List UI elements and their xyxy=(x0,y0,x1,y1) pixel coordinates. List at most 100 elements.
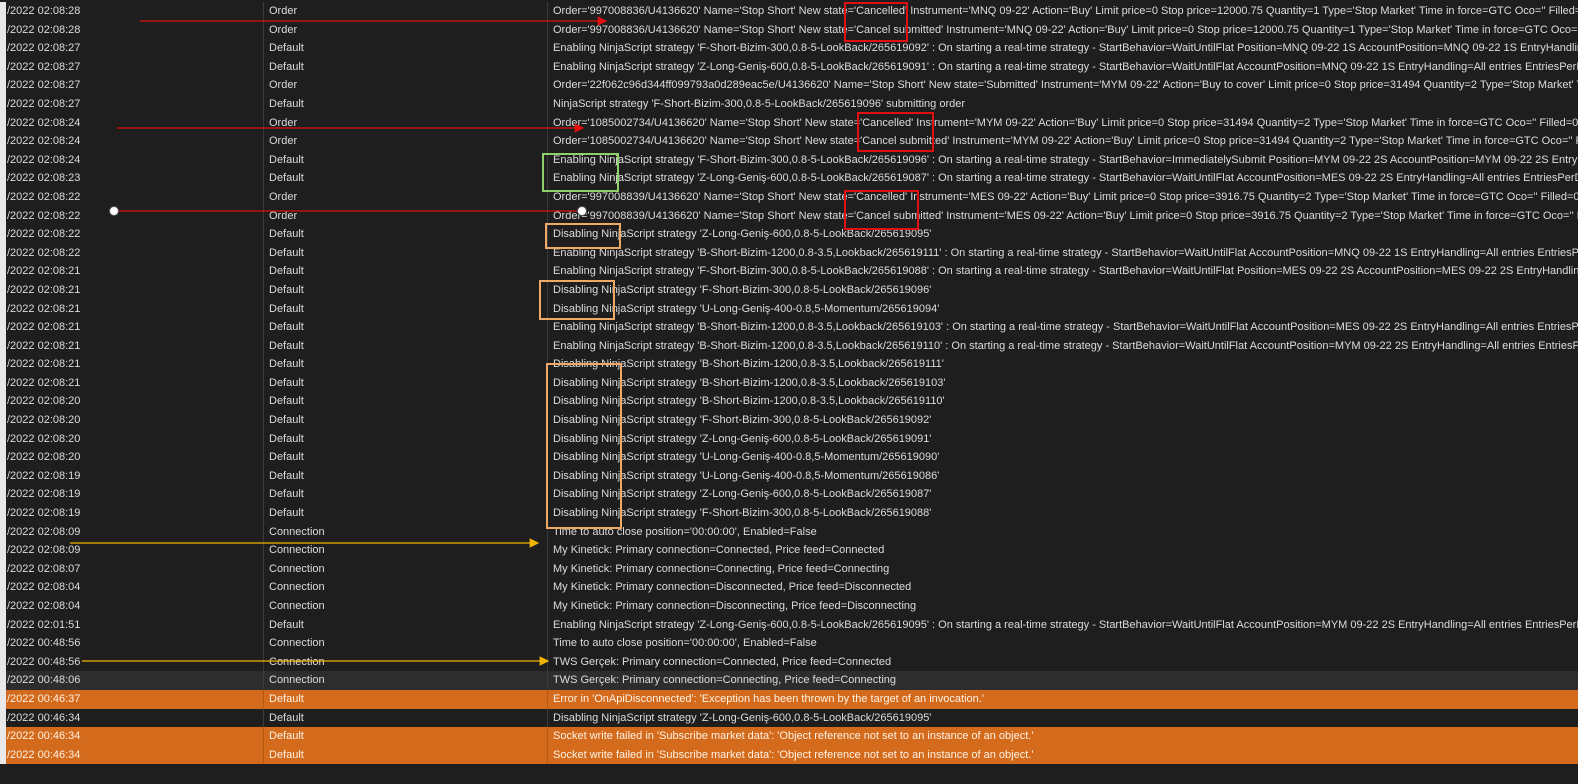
log-category: Default xyxy=(269,507,304,520)
log-message: Disabling NinjaScript strategy 'B-Short-… xyxy=(553,376,946,389)
log-message: Disabling NinjaScript strategy 'B-Short-… xyxy=(553,395,945,408)
log-message: Order='22f062c96d344ff099793a0d289eac5e/… xyxy=(553,79,1578,92)
log-row[interactable]: /2022 00:48:56 Connection Time to auto clo… xyxy=(6,634,1578,653)
log-message: Enabling NinjaScript strategy 'F-Short-B… xyxy=(553,153,1578,166)
log-row[interactable]: /2022 00:46:34 Default Socket write failed… xyxy=(6,727,1578,746)
log-message: Enabling NinjaScript strategy 'Z-Long-Ge… xyxy=(553,60,1578,73)
log-time: /2022 02:08:27 xyxy=(7,42,81,55)
log-row[interactable]: /2022 02:08:04 Connection My Kinetick: Pri… xyxy=(6,578,1578,597)
column-divider xyxy=(263,225,264,244)
log-row[interactable]: /2022 02:08:21 Default Disabling NinjaScri… xyxy=(6,280,1578,300)
log-row[interactable]: /2022 02:08:24 Order Order='1085002734/U41… xyxy=(6,132,1578,151)
log-time: /2022 02:08:27 xyxy=(7,97,81,110)
log-category: Default xyxy=(269,97,304,110)
log-time: /2022 02:08:24 xyxy=(7,135,81,148)
column-divider xyxy=(263,76,264,95)
log-row[interactable]: /2022 00:46:34 Default Socket write failed… xyxy=(6,745,1578,765)
column-divider xyxy=(263,727,264,746)
log-category: Connection xyxy=(269,525,325,538)
log-row[interactable]: /2022 02:08:21 Default Disabling NinjaScri… xyxy=(6,355,1578,374)
log-time: /2022 02:08:21 xyxy=(7,283,81,296)
column-divider xyxy=(263,262,264,281)
log-category: Default xyxy=(269,692,304,705)
column-divider xyxy=(263,132,264,151)
column-divider xyxy=(263,708,264,728)
log-row[interactable]: /2022 02:08:20 Default Disabling NinjaScri… xyxy=(6,411,1578,430)
log-time: /2022 02:08:21 xyxy=(7,302,81,315)
log-message: Disabling NinjaScript strategy 'U-Long-G… xyxy=(553,469,940,482)
log-time: /2022 02:08:21 xyxy=(7,321,81,334)
log-category: Connection xyxy=(269,544,325,557)
log-time: /2022 02:08:04 xyxy=(7,600,81,612)
column-divider xyxy=(263,206,264,226)
column-divider xyxy=(263,355,264,374)
log-row[interactable]: /2022 02:08:09 Connection Time to auto clo… xyxy=(6,522,1578,542)
log-time: /2022 02:08:27 xyxy=(7,60,81,73)
log-message: My Kinetick: Primary connection=Disconne… xyxy=(553,581,912,594)
log-row[interactable]: /2022 02:08:28 Order Order='997008836/U413… xyxy=(6,2,1578,21)
log-time: /2022 00:48:56 xyxy=(7,637,81,650)
log-row[interactable]: /2022 02:08:22 Order Order='997008839/U413… xyxy=(6,187,1578,207)
log-message: Order='1085002734/U4136620' Name='Stop S… xyxy=(553,135,1578,148)
log-time: /2022 02:08:24 xyxy=(7,153,81,166)
log-row[interactable]: /2022 02:08:19 Default Disabling NinjaScri… xyxy=(6,485,1578,505)
log-row[interactable]: /2022 02:08:27 Order Order='22f062c96d344f… xyxy=(6,76,1578,95)
log-row[interactable]: /2022 02:01:51 Default Enabling NinjaScrip… xyxy=(6,615,1578,635)
log-row[interactable]: /2022 02:08:07 Connection My Kinetick: Pri… xyxy=(6,559,1578,579)
log-message: Disabling NinjaScript strategy 'F-Short-… xyxy=(553,283,932,296)
column-divider xyxy=(263,113,264,133)
log-row[interactable]: /2022 02:08:21 Default Enabling NinjaScrip… xyxy=(6,318,1578,337)
log-category: Default xyxy=(269,339,304,352)
log-time: /2022 02:08:19 xyxy=(7,507,81,520)
log-time: /2022 00:48:56 xyxy=(7,655,81,668)
log-row[interactable]: /2022 02:08:27 Default NinjaScript strateg… xyxy=(6,94,1578,114)
log-time: /2022 02:08:21 xyxy=(7,339,81,352)
column-divider xyxy=(263,392,264,412)
log-message: My Kinetick: Primary connection=Connecte… xyxy=(553,544,885,557)
log-time: /2022 02:08:20 xyxy=(7,432,81,445)
log-row[interactable]: /2022 02:08:19 Default Disabling NinjaScri… xyxy=(6,504,1578,523)
log-category: Order xyxy=(269,209,298,222)
log-row[interactable]: /2022 02:08:04 Connection My Kinetick: Pri… xyxy=(6,597,1578,616)
log-category: Default xyxy=(269,451,304,464)
log-time: /2022 00:48:06 xyxy=(7,674,81,687)
log-row[interactable]: /2022 02:08:28 Order Order='997008836/U413… xyxy=(6,20,1578,40)
log-category: Order xyxy=(269,23,298,36)
log-row[interactable]: /2022 02:08:24 Default Enabling NinjaScrip… xyxy=(6,150,1578,170)
log-row[interactable]: /2022 02:08:21 Default Enabling NinjaScrip… xyxy=(6,262,1578,281)
column-divider xyxy=(263,745,264,765)
log-row[interactable]: /2022 02:08:21 Default Disabling NinjaScri… xyxy=(6,299,1578,319)
log-row[interactable]: /2022 00:48:56 Connection TWS Gerçek: Prim… xyxy=(6,652,1578,672)
log-message: My Kinetick: Primary connection=Disconne… xyxy=(553,600,917,612)
log-row[interactable]: /2022 02:08:22 Default Enabling NinjaScrip… xyxy=(6,243,1578,263)
log-message: Disabling NinjaScript strategy 'Z-Long-G… xyxy=(553,228,932,241)
log-row[interactable]: /2022 00:46:34 Default Disabling NinjaScri… xyxy=(6,708,1578,728)
log-row[interactable]: /2022 02:08:19 Default Disabling NinjaScri… xyxy=(6,466,1578,486)
log-category: Default xyxy=(269,748,304,761)
log-message: Enabling NinjaScript strategy 'B-Short-B… xyxy=(553,246,1578,259)
log-category: Connection xyxy=(269,637,325,650)
log-row[interactable]: /2022 02:08:22 Default Disabling NinjaScri… xyxy=(6,225,1578,244)
log-row[interactable]: /2022 02:08:27 Default Enabling NinjaScrip… xyxy=(6,57,1578,77)
log-category: Default xyxy=(269,414,304,427)
log-category: Default xyxy=(269,172,304,185)
log-time: /2022 02:08:09 xyxy=(7,544,81,557)
column-divider xyxy=(263,429,264,449)
column-divider xyxy=(263,689,264,709)
log-row[interactable]: /2022 02:08:09 Connection My Kinetick: Pri… xyxy=(6,541,1578,560)
log-row[interactable]: /2022 02:08:24 Order Order='1085002734/U41… xyxy=(6,113,1578,133)
log-category: Default xyxy=(269,432,304,445)
log-row[interactable]: /2022 00:48:06 Connection TWS Gerçek: Prim… xyxy=(6,671,1578,690)
log-row[interactable]: /2022 02:08:21 Default Disabling NinjaScri… xyxy=(6,373,1578,393)
log-time: /2022 02:08:21 xyxy=(7,265,81,278)
log-row[interactable]: /2022 02:08:22 Order Order='997008839/U413… xyxy=(6,206,1578,226)
log-row[interactable]: /2022 02:08:23 Default Enabling NinjaScrip… xyxy=(6,169,1578,188)
log-row[interactable]: /2022 02:08:20 Default Disabling NinjaScri… xyxy=(6,429,1578,449)
log-row[interactable]: /2022 02:08:20 Default Disabling NinjaScri… xyxy=(6,448,1578,467)
log-row[interactable]: /2022 02:08:27 Default Enabling NinjaScrip… xyxy=(6,39,1578,58)
log-row[interactable]: /2022 00:46:37 Default Error in 'OnApiDisc… xyxy=(6,689,1578,709)
log-category: Default xyxy=(269,60,304,73)
log-row[interactable]: /2022 02:08:21 Default Enabling NinjaScrip… xyxy=(6,336,1578,356)
log-row[interactable]: /2022 02:08:20 Default Disabling NinjaScri… xyxy=(6,392,1578,412)
column-divider xyxy=(263,39,264,58)
